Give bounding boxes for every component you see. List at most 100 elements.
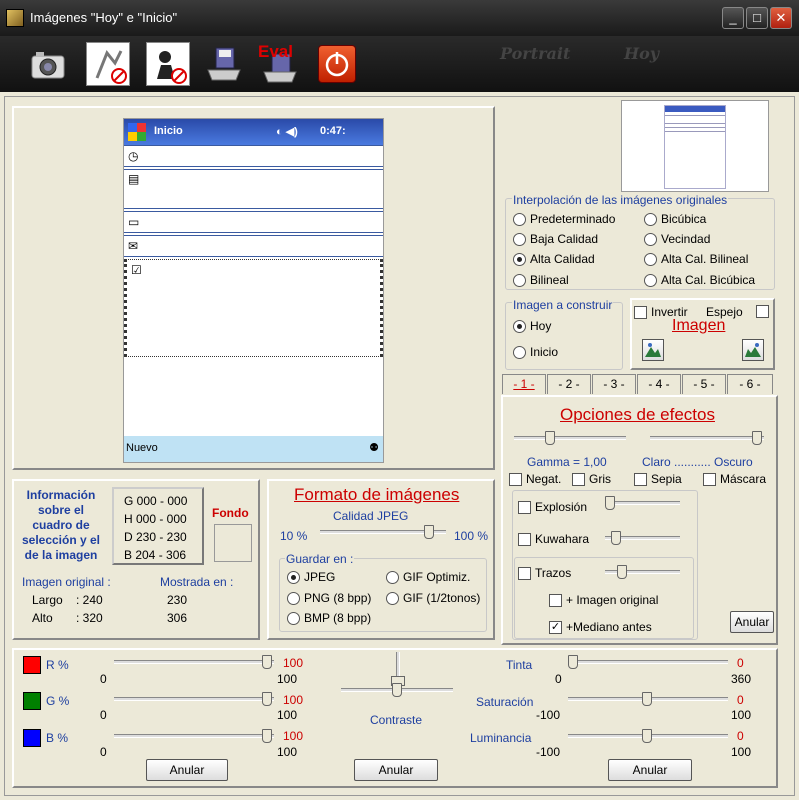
radio-alta-cal-bilineal[interactable]: Alta Cal. Bilineal xyxy=(644,252,748,266)
device-start-label: Inicio xyxy=(154,125,183,137)
radio-bmp[interactable]: BMP (8 bpp) xyxy=(287,611,371,625)
minimize-button[interactable]: _ xyxy=(722,7,744,29)
radio-bilineal[interactable]: Bilineal xyxy=(513,273,569,287)
device-row-tasks: ▭ xyxy=(124,211,383,233)
device-preview[interactable]: Inicio ◐ ◀) 0:47: ◷ ▤ ▭ ✉ ☑ Nuevo ⚉ xyxy=(123,118,384,463)
g-value: 100 xyxy=(283,693,304,707)
tinta-min: 0 xyxy=(555,672,562,686)
radio-alta-calidad[interactable]: Alta Calidad xyxy=(513,252,595,266)
tab-2[interactable]: - 2 - xyxy=(547,374,591,394)
trazos-slider[interactable] xyxy=(605,565,680,579)
negat-checkbox[interactable]: Negat. xyxy=(509,472,561,486)
lum-max: 100 xyxy=(731,745,752,759)
eval-label: Eval xyxy=(258,42,293,61)
tab-3[interactable]: - 3 - xyxy=(592,374,636,394)
trazos-checkbox[interactable]: Trazos xyxy=(518,566,571,580)
fondo-label: Fondo xyxy=(212,506,249,520)
kuwahara-checkbox[interactable]: Kuwahara xyxy=(518,532,589,546)
tab-1[interactable]: - 1 - xyxy=(502,374,546,394)
radio-inicio[interactable]: Inicio xyxy=(513,345,558,359)
power-icon[interactable] xyxy=(318,45,356,83)
mirror-checkbox[interactable] xyxy=(756,305,773,318)
lum-label: Luminancia xyxy=(470,731,532,745)
no-portrait-icon[interactable] xyxy=(86,42,130,86)
b-label: B % xyxy=(46,731,69,745)
effects-reset-button[interactable]: Anular xyxy=(730,611,774,633)
fondo-swatch[interactable] xyxy=(214,524,252,562)
tab-4[interactable]: - 4 - xyxy=(637,374,681,394)
tab-5[interactable]: - 5 - xyxy=(682,374,726,394)
quality-slider[interactable] xyxy=(320,525,446,539)
kuwahara-slider[interactable] xyxy=(605,531,680,545)
radio-vecindad[interactable]: Vecindad xyxy=(644,232,710,246)
radio-jpeg[interactable]: JPEG xyxy=(287,570,335,584)
radio-png[interactable]: PNG (8 bpp) xyxy=(287,591,371,605)
sepia-checkbox[interactable]: Sepia xyxy=(634,472,682,486)
window-title: Imágenes "Hoy" e "Inicio" xyxy=(30,10,178,25)
g-label: G % xyxy=(46,694,70,708)
thumbnail-device xyxy=(664,105,726,189)
window-icon: ▭ xyxy=(128,215,140,229)
alto-label: Alto xyxy=(32,611,53,625)
toolbar: Eval Portrait Hoy xyxy=(0,36,799,92)
device-top-bar: Inicio ◐ ◀) 0:47: xyxy=(124,119,383,145)
original-label: Imagen original : xyxy=(22,575,111,589)
maximize-button[interactable]: □ xyxy=(746,7,768,29)
tab-6[interactable]: - 6 - xyxy=(727,374,773,394)
thumbnail xyxy=(621,100,769,192)
mediano-checkbox[interactable]: ✓ +Mediano antes xyxy=(549,620,652,634)
sat-label: Saturación xyxy=(476,695,534,709)
hsl-reset-button[interactable]: Anular xyxy=(608,759,692,781)
rgb-reset-button[interactable]: Anular xyxy=(146,759,228,781)
sat-min: -100 xyxy=(536,708,561,722)
quality-thumb[interactable] xyxy=(424,525,434,539)
radio-bicubica[interactable]: Bicúbica xyxy=(644,212,706,226)
original-checkbox[interactable]: + Imagen original xyxy=(549,593,658,607)
red-swatch xyxy=(23,656,41,674)
g-max: 100 xyxy=(277,708,298,722)
sat-value: 0 xyxy=(737,693,744,707)
explosion-slider[interactable] xyxy=(605,496,680,510)
contrast-reset-button[interactable]: Anular xyxy=(354,759,438,781)
largo-shown: 230 xyxy=(167,593,188,607)
windows-flag-icon xyxy=(128,123,146,141)
eval-save-icon[interactable]: Eval xyxy=(258,42,302,86)
device-new-label[interactable]: Nuevo xyxy=(126,442,158,454)
lum-slider[interactable] xyxy=(568,729,728,743)
radio-hoy[interactable]: Hoy xyxy=(513,319,551,333)
explosion-checkbox[interactable]: Explosión xyxy=(518,500,587,514)
title-bar: Imágenes "Hoy" e "Inicio" _ □ ✕ xyxy=(0,0,799,36)
blue-swatch xyxy=(23,729,41,747)
mascara-checkbox[interactable]: Máscara xyxy=(703,472,766,486)
device-row-clock: ◷ xyxy=(124,145,383,167)
landscape-left-button[interactable] xyxy=(642,339,664,361)
landscape-right-button[interactable] xyxy=(742,339,764,361)
b-slider[interactable] xyxy=(114,729,274,743)
save-in-label: Guardar en : xyxy=(285,552,355,566)
green-swatch xyxy=(23,692,41,710)
no-person-icon[interactable] xyxy=(146,42,190,86)
r-slider[interactable] xyxy=(114,655,274,669)
close-button[interactable]: ✕ xyxy=(770,7,792,29)
claro-oscuro-label: Claro ........... Oscuro xyxy=(642,455,753,469)
effects-title: Opciones de efectos xyxy=(560,405,715,424)
claro-oscuro-slider[interactable] xyxy=(650,431,764,445)
radio-baja-calidad[interactable]: Baja Calidad xyxy=(513,232,598,246)
radio-alta-cal-bicubica[interactable]: Alta Cal. Bicúbica xyxy=(644,273,755,287)
save-device-icon[interactable] xyxy=(202,42,246,86)
tinta-slider[interactable] xyxy=(568,655,728,669)
contrast-slider[interactable] xyxy=(341,683,453,697)
speaker-icon: ◐ ◀) xyxy=(276,126,298,138)
radio-predeterminado[interactable]: Predeterminado xyxy=(513,212,615,226)
sat-slider[interactable] xyxy=(568,692,728,706)
gamma-slider[interactable] xyxy=(514,431,626,445)
camera-icon[interactable] xyxy=(26,42,70,86)
radio-gif-halftone[interactable]: GIF (1/2tonos) xyxy=(386,591,480,605)
alto-shown: 306 xyxy=(167,611,188,625)
radio-gif-optimiz[interactable]: GIF Optimiz. xyxy=(386,570,470,584)
contrast-label: Contraste xyxy=(370,713,423,727)
r-value: 100 xyxy=(283,656,304,670)
g-slider[interactable] xyxy=(114,692,274,706)
gris-checkbox[interactable]: Gris xyxy=(572,472,611,486)
g-min: 0 xyxy=(100,708,107,722)
